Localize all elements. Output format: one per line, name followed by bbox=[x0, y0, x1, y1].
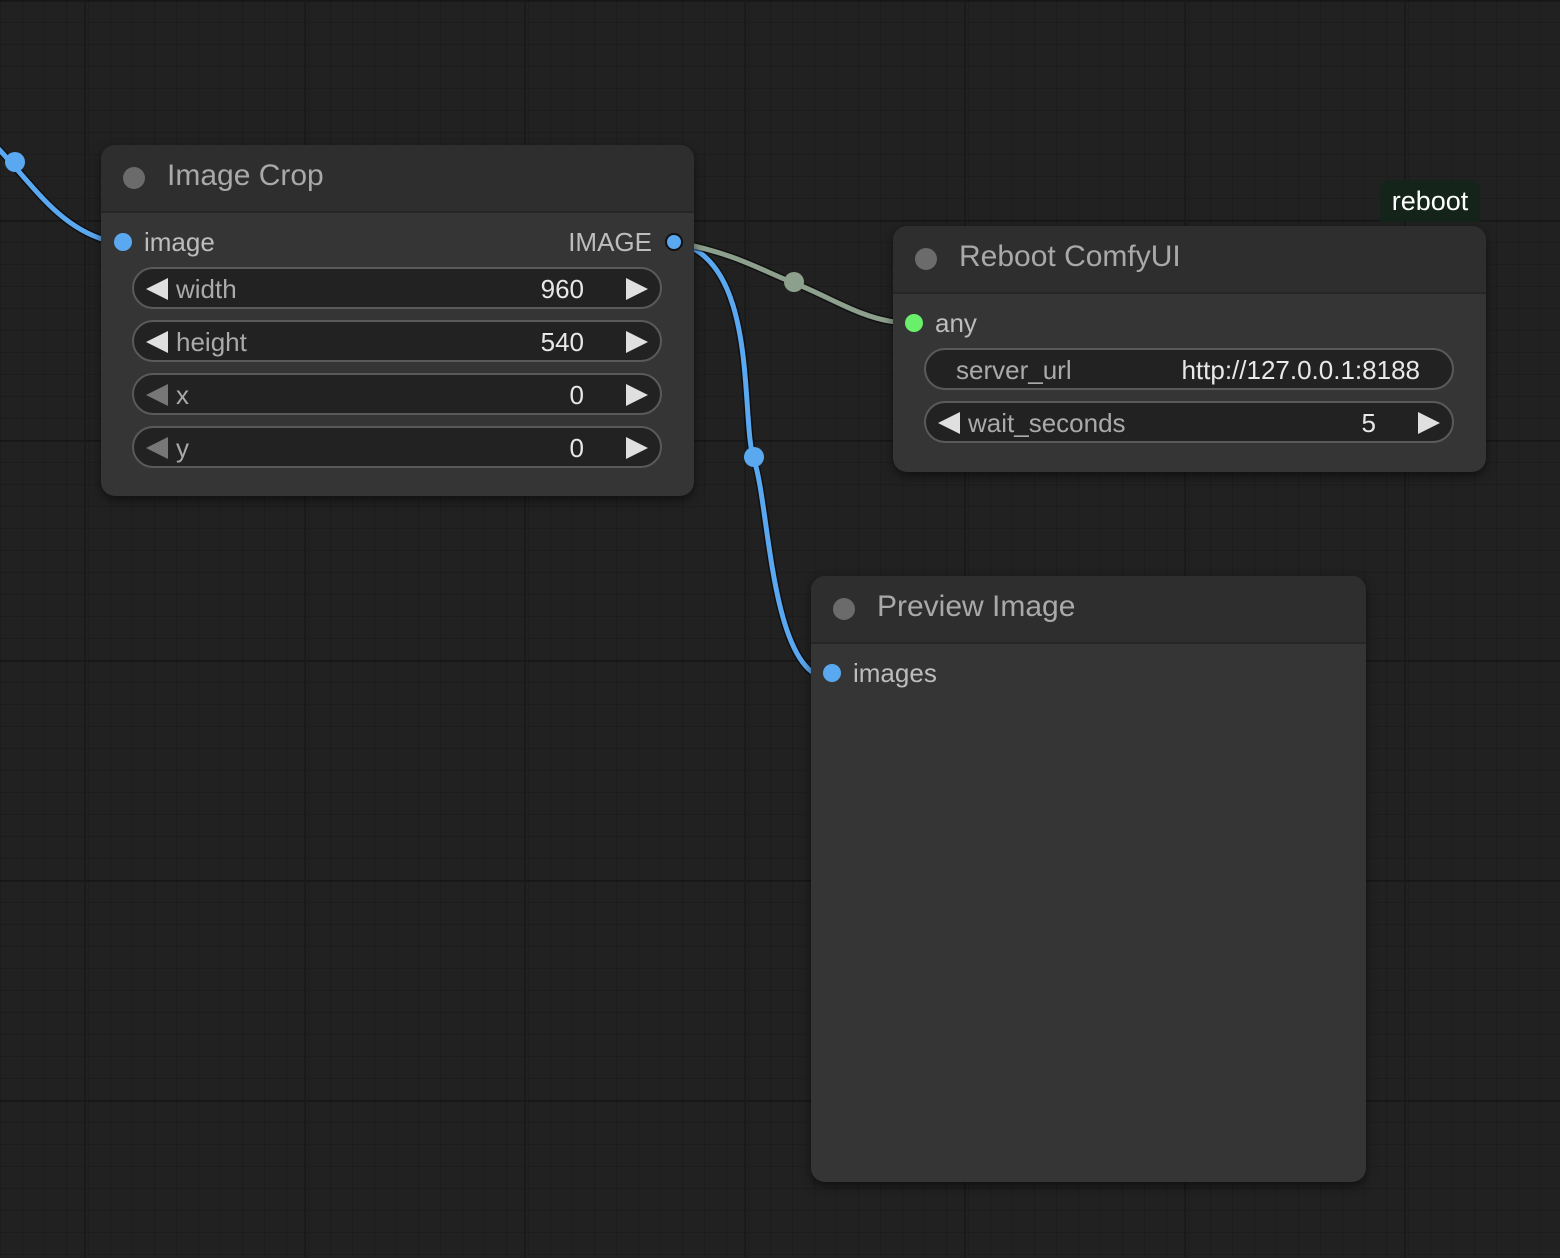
input-slot-images[interactable] bbox=[823, 664, 841, 682]
server-url-widget[interactable]: server_url http://127.0.0.1:8188 bbox=[924, 348, 1454, 390]
increment-arrow-icon[interactable] bbox=[626, 278, 648, 300]
decrement-arrow-icon[interactable] bbox=[938, 412, 960, 434]
image-crop-node[interactable]: Image Crop image IMAGE width 960 height … bbox=[101, 145, 694, 496]
input-label-image: image bbox=[144, 227, 215, 257]
link-into-image-crop[interactable] bbox=[0, 140, 107, 244]
input-slot-image[interactable] bbox=[114, 233, 132, 251]
output-slot-image[interactable] bbox=[665, 233, 683, 251]
decrement-arrow-icon[interactable] bbox=[146, 384, 168, 406]
increment-arrow-icon[interactable] bbox=[626, 437, 648, 459]
widget-label: x bbox=[176, 380, 189, 410]
width-widget[interactable]: width 960 bbox=[132, 267, 662, 309]
node-title: Reboot ComfyUI bbox=[959, 240, 1181, 273]
node-title: Preview Image bbox=[877, 590, 1076, 623]
link-image-to-preview-shadow bbox=[675, 238, 815, 676]
node-title: Image Crop bbox=[167, 159, 324, 192]
link-midpoint-reboot[interactable] bbox=[784, 272, 804, 292]
decrement-arrow-icon[interactable] bbox=[146, 331, 168, 353]
decrement-arrow-icon[interactable] bbox=[146, 437, 168, 459]
link-midpoint-left[interactable] bbox=[5, 152, 25, 172]
input-label-any: any bbox=[935, 308, 977, 338]
reboot-title-bar[interactable]: Reboot ComfyUI bbox=[893, 226, 1486, 294]
output-label-image: IMAGE bbox=[568, 227, 652, 257]
link-image-to-preview[interactable] bbox=[675, 239, 814, 674]
x-widget[interactable]: x 0 bbox=[132, 373, 662, 415]
image-crop-title-bar[interactable]: Image Crop bbox=[101, 145, 694, 213]
widget-value[interactable]: 960 bbox=[541, 274, 584, 305]
widget-value[interactable]: 0 bbox=[570, 380, 584, 411]
preview-image-node[interactable]: Preview Image images bbox=[811, 576, 1366, 1182]
widget-label: height bbox=[176, 327, 247, 357]
widget-value[interactable]: http://127.0.0.1:8188 bbox=[1181, 355, 1420, 386]
increment-arrow-icon[interactable] bbox=[1418, 412, 1440, 434]
increment-arrow-icon[interactable] bbox=[626, 384, 648, 406]
collapse-dot-icon[interactable] bbox=[915, 248, 937, 270]
wait-seconds-widget[interactable]: wait_seconds 5 bbox=[924, 401, 1454, 443]
input-label-images: images bbox=[853, 658, 937, 688]
widget-label: width bbox=[176, 274, 237, 304]
increment-arrow-icon[interactable] bbox=[626, 331, 648, 353]
widget-value[interactable]: 5 bbox=[1362, 408, 1376, 439]
link-midpoint-preview[interactable] bbox=[744, 447, 764, 467]
preview-title-bar[interactable]: Preview Image bbox=[811, 576, 1366, 644]
widget-value[interactable]: 0 bbox=[570, 433, 584, 464]
decrement-arrow-icon[interactable] bbox=[146, 278, 168, 300]
collapse-dot-icon[interactable] bbox=[123, 167, 145, 189]
widget-label: server_url bbox=[956, 355, 1072, 385]
widget-label: wait_seconds bbox=[968, 408, 1126, 438]
link-into-image-crop-line[interactable] bbox=[0, 140, 106, 243]
input-slot-any[interactable] bbox=[905, 314, 923, 332]
collapse-dot-icon[interactable] bbox=[833, 598, 855, 620]
link-image-to-reboot-shadow bbox=[675, 238, 897, 326]
widget-value[interactable]: 540 bbox=[541, 327, 584, 358]
reboot-comfyui-node[interactable]: Reboot ComfyUI any server_url http://127… bbox=[893, 226, 1486, 472]
link-image-to-reboot[interactable] bbox=[675, 239, 897, 325]
widget-label: y bbox=[176, 433, 189, 463]
height-widget[interactable]: height 540 bbox=[132, 320, 662, 362]
reboot-badge: reboot bbox=[1380, 180, 1480, 222]
y-widget[interactable]: y 0 bbox=[132, 426, 662, 468]
